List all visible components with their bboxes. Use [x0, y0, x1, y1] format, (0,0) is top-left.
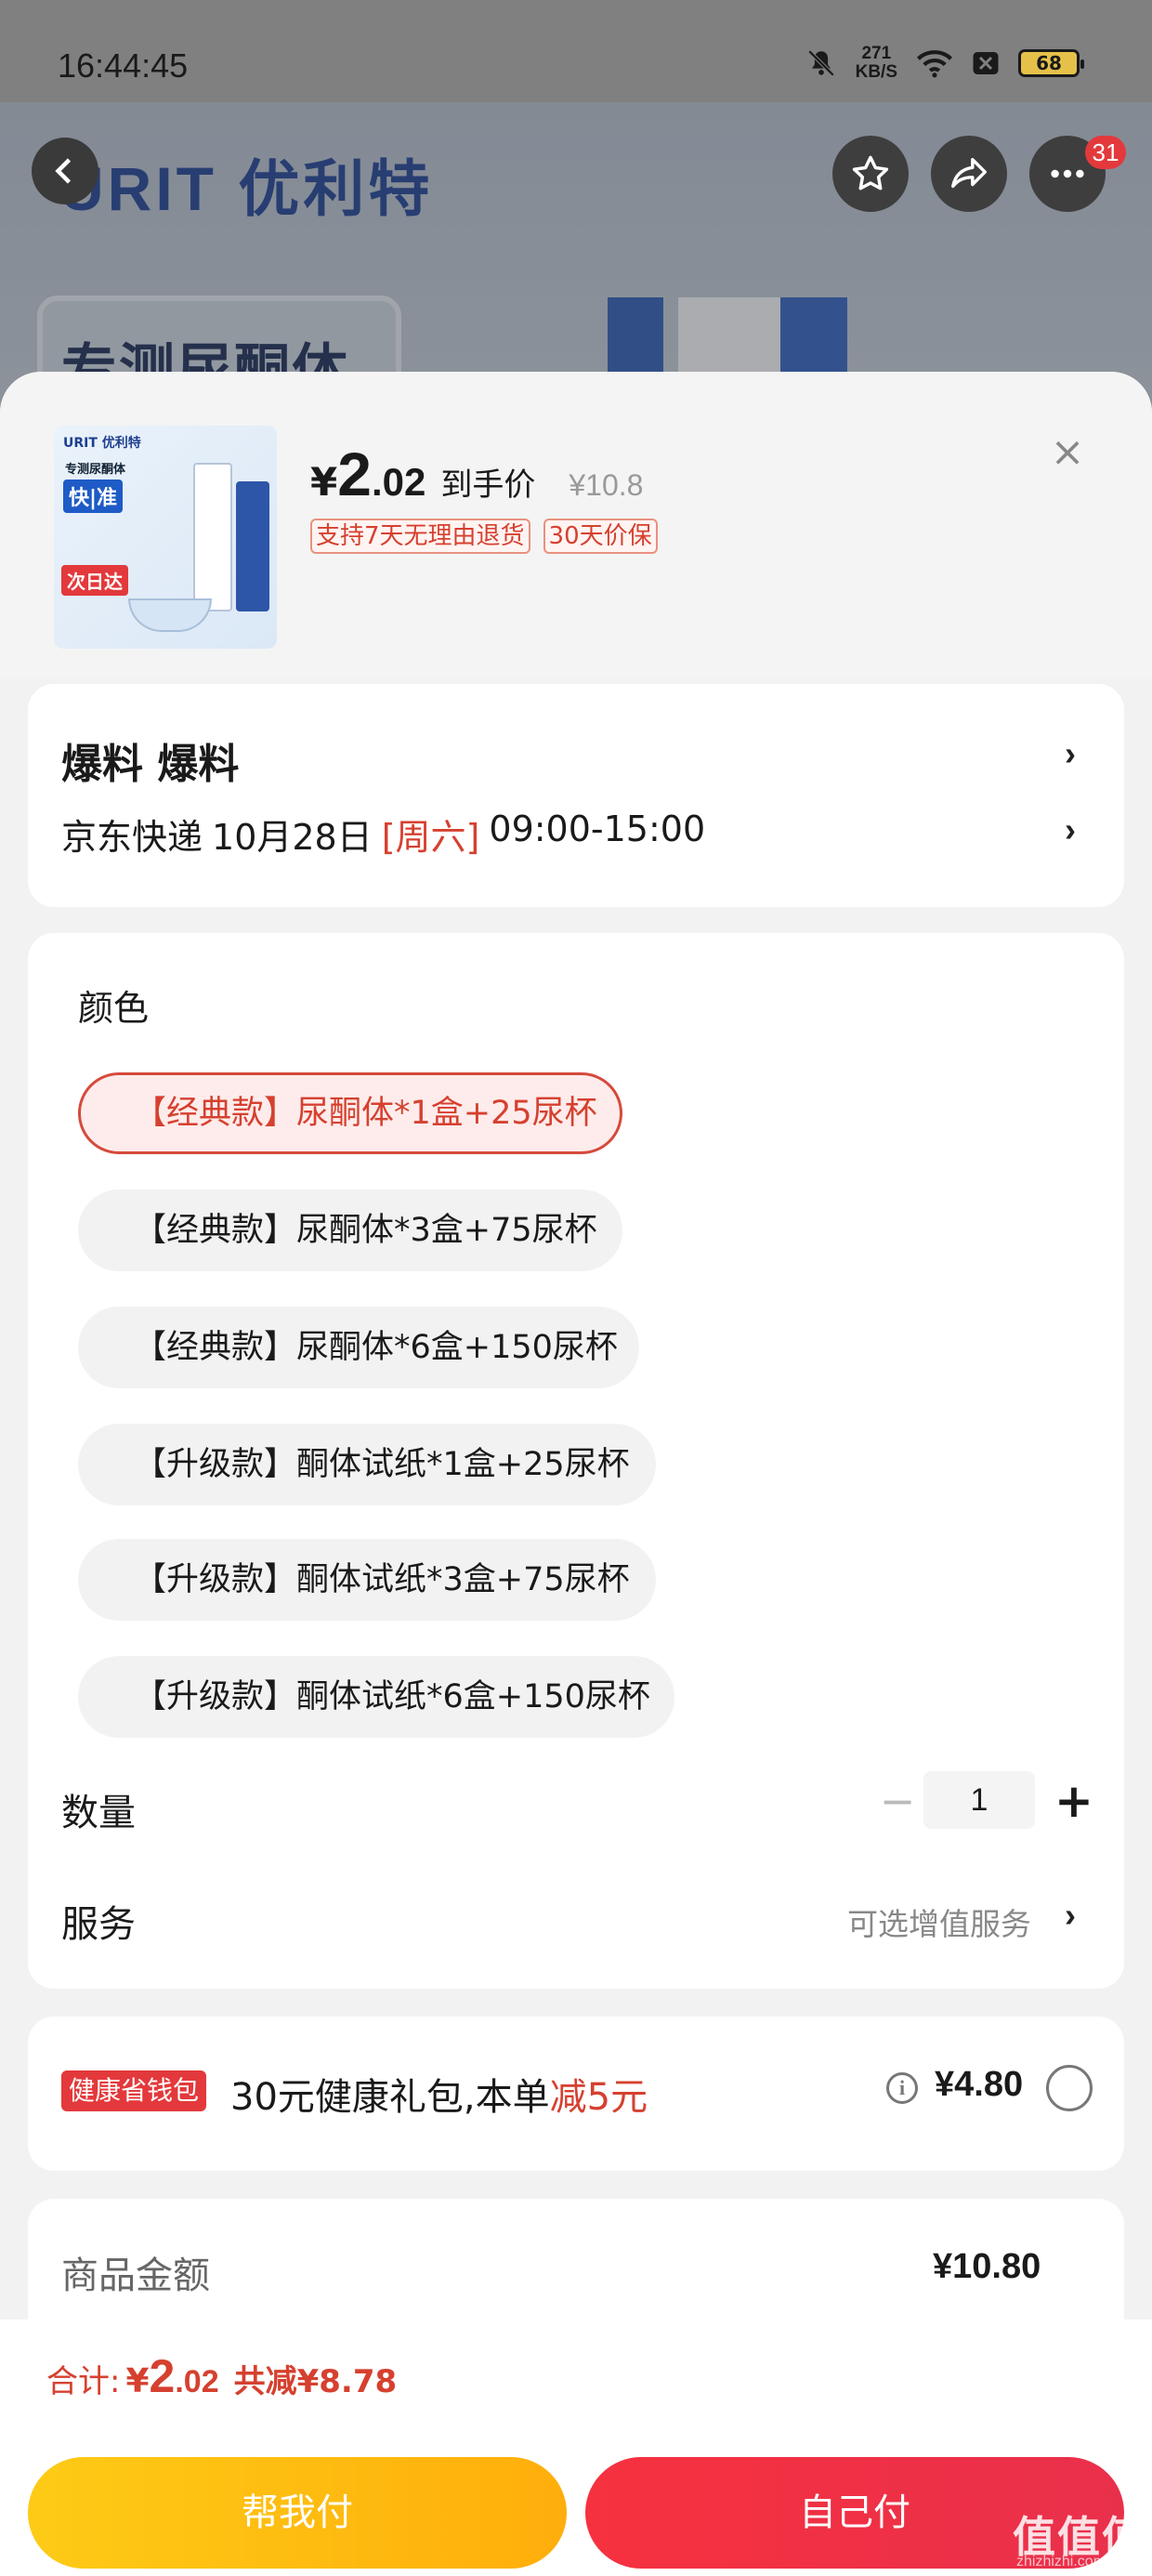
total-integer: 2	[149, 2350, 176, 2402]
wifi-icon	[916, 50, 953, 78]
star-icon	[852, 155, 889, 191]
watermark-url: zhizhizhi.com	[1016, 2554, 1106, 2569]
goods-amount-value: ¥10.80	[933, 2247, 1041, 2286]
service-hint[interactable]: 可选增值服务	[847, 1899, 1031, 1944]
goods-amount-label: 商品金额	[61, 2254, 210, 2297]
service-label: 服务	[61, 1903, 136, 1946]
status-icons: 271 KB/S 68	[805, 45, 1084, 82]
promo-tag: 健康省钱包	[61, 2070, 207, 2111]
recipient-name: 爆料 爆料	[61, 741, 240, 788]
share-arrow-icon	[951, 157, 987, 189]
delivery-info[interactable]: 京东快递 10月28日 [周六] 09:00-15:00	[61, 808, 705, 860]
checkout-bar: 合计: ¥ 2 .02 共减¥8.78 帮我付 自己付	[0, 2320, 1152, 2576]
product-summary: URIT 优利特 专测尿酮体 快|准 次日达 ¥ 2 .02 到手价 ¥10.8…	[0, 372, 1152, 678]
quantity-label: 数量	[61, 1792, 136, 1834]
spec-option[interactable]: 【升级款】酮体试纸*3盒+75尿杯	[78, 1539, 656, 1621]
return-policy-tag: 支持7天无理由退货	[310, 519, 530, 554]
thumbnail-delivery-tag: 次日达	[61, 565, 128, 596]
thumbnail-box	[236, 481, 269, 611]
close-icon[interactable]: ×	[1044, 429, 1091, 476]
spec-option[interactable]: 【经典款】尿酮体*1盒+25尿杯	[78, 1072, 622, 1154]
total-summary: 合计: ¥ 2 .02 共减¥8.78	[46, 2349, 397, 2403]
price-label: 到手价	[440, 467, 536, 504]
total-decimal: .02	[175, 2364, 219, 2399]
favorite-button[interactable]	[832, 136, 909, 212]
promo-price: ¥4.80	[935, 2065, 1024, 2104]
thumbnail-cup	[128, 598, 212, 632]
thumbnail-headline: 快|准	[63, 480, 124, 513]
spec-label: 颜色	[78, 988, 150, 1029]
delivery-date: 10月28日	[212, 817, 373, 858]
chevron-right-icon[interactable]: ›	[1065, 810, 1076, 849]
network-speed: 271 KB/S	[856, 45, 897, 82]
friend-pay-button[interactable]: 帮我付	[28, 2457, 567, 2569]
address-card[interactable]: 爆料 爆料 › 京东快递 10月28日 [周六] 09:00-15:00 ›	[28, 684, 1124, 907]
delivery-carrier: 京东快递	[61, 817, 203, 858]
promo-highlight: 减5元	[549, 2076, 648, 2119]
quantity-plus-button[interactable]: +	[1046, 1773, 1102, 1829]
battery-icon: 68	[1018, 49, 1084, 77]
spec-option[interactable]: 【经典款】尿酮体*6盒+150尿杯	[78, 1307, 639, 1388]
back-button[interactable]	[32, 138, 98, 204]
price-integer: 2	[337, 440, 372, 508]
thumbnail-brand: URIT 优利特	[63, 436, 141, 451]
spec-option[interactable]: 【升级款】酮体试纸*6盒+150尿杯	[78, 1656, 674, 1738]
promo-text: 30元健康礼包,本单减5元	[230, 2067, 648, 2121]
message-count-badge: 31	[1085, 136, 1126, 169]
chevron-right-icon[interactable]: ›	[1065, 734, 1076, 773]
promo-radio[interactable]	[1046, 2065, 1093, 2111]
total-label: 合计:	[46, 2363, 121, 2400]
network-speed-value: 271	[861, 44, 892, 63]
price-decimal: .02	[371, 460, 426, 504]
spec-option[interactable]: 【升级款】酮体试纸*1盒+25尿杯	[78, 1424, 656, 1505]
quantity-input[interactable]: 1	[923, 1771, 1035, 1829]
price-protect-tag: 30天价保	[543, 519, 658, 554]
info-icon[interactable]: i	[886, 2072, 918, 2104]
delivery-time-window: 09:00-15:00	[489, 808, 706, 849]
thumbnail-line: 专测尿酮体	[65, 463, 126, 477]
purchase-sheet: URIT 优利特 专测尿酮体 快|准 次日达 ¥ 2 .02 到手价 ¥10.8…	[0, 372, 1152, 2576]
total-saved: 共减¥8.78	[233, 2363, 398, 2400]
spec-option[interactable]: 【经典款】尿酮体*3盒+75尿杯	[78, 1189, 622, 1271]
more-dots-icon	[1051, 169, 1084, 178]
mute-bell-icon	[807, 49, 834, 77]
thumbnail-tube	[193, 463, 232, 611]
status-bar: 16:44:45 271 KB/S 68	[0, 0, 1152, 102]
status-time: 16:44:45	[58, 46, 189, 85]
share-button[interactable]	[931, 136, 1007, 212]
delivery-weekday: [周六]	[381, 817, 480, 858]
price-row: ¥ 2 .02 到手价 ¥10.8	[310, 439, 643, 509]
original-price: ¥10.8	[569, 468, 644, 502]
chevron-right-icon[interactable]: ›	[1065, 1896, 1076, 1935]
chevron-left-icon	[55, 158, 72, 184]
sim-icon	[973, 52, 999, 74]
total-currency: ¥	[125, 2362, 150, 2400]
network-speed-unit: KB/S	[855, 62, 897, 82]
spec-card: 颜色 【经典款】尿酮体*1盒+25尿杯 【经典款】尿酮体*3盒+75尿杯 【经典…	[28, 933, 1124, 1989]
quantity-minus-button[interactable]: −	[870, 1773, 925, 1829]
service-tags: 支持7天无理由退货 30天价保	[310, 519, 658, 554]
promo-description: 30元健康礼包,本单	[230, 2076, 550, 2119]
price-currency: ¥	[310, 459, 338, 505]
promo-card[interactable]: 健康省钱包 30元健康礼包,本单减5元 i ¥4.80	[28, 2017, 1124, 2171]
product-thumbnail[interactable]: URIT 优利特 专测尿酮体 快|准 次日达	[54, 426, 277, 649]
